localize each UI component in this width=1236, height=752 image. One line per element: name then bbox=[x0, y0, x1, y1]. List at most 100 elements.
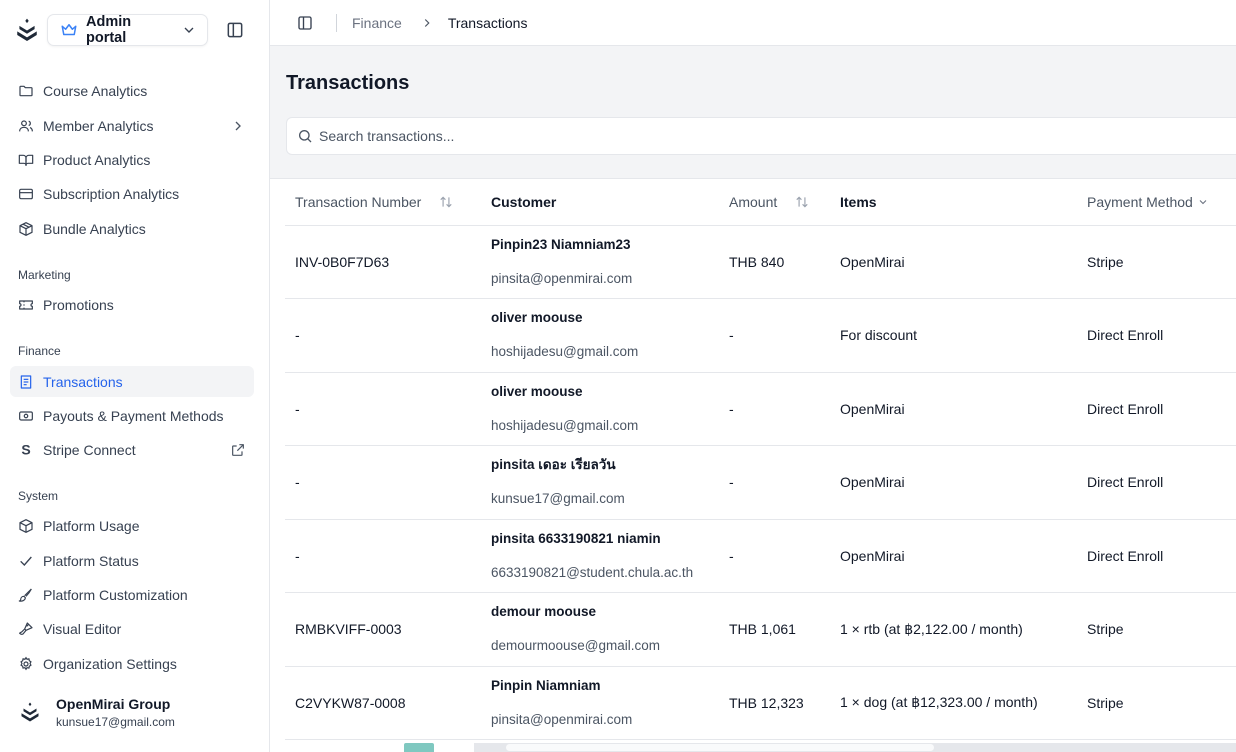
column-header-payment-method[interactable]: Payment Method bbox=[1077, 179, 1236, 226]
cell-amount: THB 1,061 bbox=[719, 592, 830, 667]
portal-switcher-label: Admin portal bbox=[86, 14, 132, 46]
sidebar-item-subscription-analytics[interactable]: Subscription Analytics bbox=[10, 178, 254, 209]
panel-toggle-icon[interactable] bbox=[296, 14, 314, 32]
receipt-icon bbox=[18, 374, 34, 390]
cell-items: OpenMirai bbox=[830, 519, 1077, 593]
stripe-icon: S bbox=[18, 442, 34, 458]
customer-name: oliver moouse bbox=[491, 383, 583, 399]
settings-icon bbox=[18, 656, 34, 672]
scrollbar-thumb[interactable] bbox=[506, 744, 934, 751]
sidebar-item-label: Organization Settings bbox=[43, 655, 177, 672]
cell-amount: THB 840 bbox=[719, 225, 830, 299]
sidebar-item-label: Platform Status bbox=[43, 552, 139, 569]
sidebar-item-label: Product Analytics bbox=[43, 151, 151, 168]
cell-payment-method: Direct Enroll bbox=[1077, 372, 1236, 446]
search-box[interactable] bbox=[286, 117, 1236, 155]
table-row[interactable]: - oliver moouse hoshijadesu@gmail.com - F… bbox=[285, 298, 1236, 373]
cell-customer: demour moouse demourmoouse@gmail.com bbox=[481, 592, 719, 667]
toolbar-divider bbox=[336, 13, 337, 32]
cell-items: 1 × rtb (at ฿2,122.00 / month) bbox=[830, 592, 1077, 667]
cell-transaction-number: - bbox=[285, 298, 481, 373]
column-header-amount[interactable]: Amount bbox=[719, 179, 830, 226]
section-label-marketing: Marketing bbox=[18, 268, 71, 282]
sidebar-item-stripe-connect[interactable]: S Stripe Connect bbox=[10, 434, 254, 465]
cell-amount: - bbox=[719, 445, 830, 520]
chevron-right-icon bbox=[230, 118, 246, 134]
sidebar-item-product-analytics[interactable]: Product Analytics bbox=[10, 144, 254, 175]
cell-items: For discount bbox=[830, 298, 1077, 373]
section-label-system: System bbox=[18, 489, 59, 503]
crown-icon bbox=[60, 21, 78, 39]
sidebar-item-visual-editor[interactable]: Visual Editor bbox=[10, 613, 254, 644]
sidebar-item-label: Subscription Analytics bbox=[43, 185, 180, 202]
sidebar-item-label: Platform Usage bbox=[43, 517, 140, 534]
search-input[interactable] bbox=[319, 128, 919, 144]
cell-customer: oliver moouse hoshijadesu@gmail.com bbox=[481, 372, 719, 446]
sidebar-item-promotions[interactable]: Promotions bbox=[10, 289, 254, 320]
sidebar-toggle-icon[interactable] bbox=[225, 20, 245, 40]
sidebar-item-platform-usage[interactable]: Platform Usage bbox=[10, 510, 254, 541]
sidebar-item-bundle-analytics[interactable]: Bundle Analytics bbox=[10, 213, 254, 244]
banknote-icon bbox=[18, 408, 34, 424]
table-row[interactable]: RMBKVIFF-0003 demour moouse demourmoouse@… bbox=[285, 592, 1236, 667]
sidebar-item-payouts[interactable]: Payouts & Payment Methods bbox=[10, 400, 254, 431]
table-header-row: Transaction Number Customer Amount Items… bbox=[285, 179, 1236, 226]
sidebar-item-label: Platform Customization bbox=[43, 586, 188, 603]
cell-items: OpenMirai bbox=[830, 372, 1077, 446]
cell-items: OpenMirai bbox=[830, 225, 1077, 299]
customer-email: hoshijadesu@gmail.com bbox=[491, 417, 639, 433]
cell-amount: - bbox=[719, 372, 830, 446]
cell-customer: Pinpin23 Niamniam23 pinsita@openmirai.com bbox=[481, 225, 719, 299]
cell-customer: pinsita เดอะ เรียลวัน kunsue17@gmail.com bbox=[481, 445, 719, 520]
main-content: Transactions Transaction Number Customer bbox=[270, 46, 1236, 752]
table-row[interactable]: INV-0B0F7D63 Pinpin23 Niamniam23 pinsita@… bbox=[285, 225, 1236, 299]
customer-name: pinsita 6633190821 niamin bbox=[491, 530, 661, 546]
cell-transaction-number: - bbox=[285, 445, 481, 520]
breadcrumb-finance[interactable]: Finance bbox=[352, 15, 402, 31]
table-row[interactable]: - pinsita เดอะ เรียลวัน kunsue17@gmail.co… bbox=[285, 445, 1236, 520]
customer-email: hoshijadesu@gmail.com bbox=[491, 344, 639, 360]
transactions-table-card: Transaction Number Customer Amount Items… bbox=[270, 178, 1236, 752]
sidebar-item-organization-settings[interactable]: Organization Settings bbox=[10, 648, 254, 679]
credit-card-icon bbox=[18, 186, 34, 202]
brush-icon bbox=[18, 621, 34, 637]
table-row[interactable]: - pinsita 6633190821 niamin 6633190821@st… bbox=[285, 519, 1236, 593]
sidebar-item-transactions[interactable]: Transactions bbox=[10, 366, 254, 397]
sort-icon[interactable] bbox=[795, 195, 809, 209]
column-header-label: Transaction Number bbox=[295, 193, 422, 210]
cell-transaction-number: INV-0B0F7D63 bbox=[285, 225, 481, 299]
customer-email: kunsue17@gmail.com bbox=[491, 491, 625, 507]
cell-customer: pinsita 6633190821 niamin 6633190821@stud… bbox=[481, 519, 719, 593]
sidebar-item-member-analytics[interactable]: Member Analytics bbox=[10, 110, 254, 141]
sidebar-item-course-analytics[interactable]: Course Analytics bbox=[10, 75, 254, 106]
table-row[interactable]: - oliver moouse hoshijadesu@gmail.com - O… bbox=[285, 372, 1236, 446]
column-header-transaction-number[interactable]: Transaction Number bbox=[285, 179, 481, 226]
app-logo-icon[interactable] bbox=[14, 17, 40, 43]
svg-text:S: S bbox=[21, 442, 30, 458]
cell-payment-method: Direct Enroll bbox=[1077, 519, 1236, 593]
table-row[interactable]: C2VYKW87-0008 Pinpin Niamniam pinsita@ope… bbox=[285, 666, 1236, 740]
cell-payment-method: Direct Enroll bbox=[1077, 298, 1236, 373]
organization-name: OpenMirai Group bbox=[56, 696, 171, 712]
horizontal-scrollbar[interactable] bbox=[474, 743, 1236, 752]
sort-icon[interactable] bbox=[439, 195, 453, 209]
package-icon bbox=[18, 221, 34, 237]
portal-switcher[interactable]: Admin portal bbox=[47, 14, 208, 46]
sidebar-item-label: Payouts & Payment Methods bbox=[43, 407, 224, 424]
column-header-label: Customer bbox=[491, 193, 557, 210]
column-header-label: Payment Method bbox=[1087, 193, 1193, 210]
box-icon bbox=[18, 518, 34, 534]
folder-icon bbox=[18, 83, 34, 99]
scroll-up-button[interactable] bbox=[404, 743, 434, 752]
cell-transaction-number: - bbox=[285, 519, 481, 593]
sidebar-item-label: Visual Editor bbox=[43, 620, 122, 637]
column-header-label: Amount bbox=[729, 193, 778, 210]
search-icon bbox=[297, 128, 313, 144]
organization-switcher[interactable]: OpenMirai Group kunsue17@gmail.com bbox=[18, 688, 258, 736]
organization-email: kunsue17@gmail.com bbox=[56, 715, 175, 729]
sidebar-item-platform-customization[interactable]: Platform Customization bbox=[10, 579, 254, 610]
cell-payment-method: Stripe bbox=[1077, 225, 1236, 299]
column-header-label: Items bbox=[840, 193, 877, 210]
sidebar-item-platform-status[interactable]: Platform Status bbox=[10, 545, 254, 576]
customer-name: pinsita เดอะ เรียลวัน bbox=[491, 457, 616, 473]
